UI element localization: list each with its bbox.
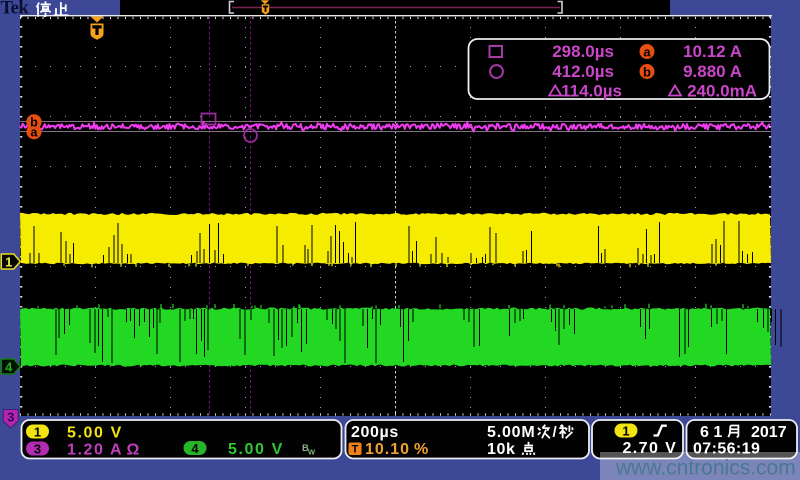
svg-text:Ω: Ω — [127, 442, 140, 459]
svg-text:9.880 A: 9.880 A — [683, 62, 742, 81]
svg-text:5.00 V: 5.00 V — [228, 441, 284, 458]
svg-text:114.0µs: 114.0µs — [561, 82, 622, 101]
svg-text:4: 4 — [191, 441, 199, 456]
svg-text:a: a — [31, 126, 39, 140]
svg-text:3: 3 — [7, 410, 14, 425]
svg-text:W: W — [308, 448, 316, 457]
svg-text:1: 1 — [5, 255, 12, 270]
svg-text:3: 3 — [34, 442, 41, 457]
svg-text:Tek: Tek — [1, 0, 30, 19]
svg-text:T: T — [352, 444, 359, 456]
svg-text:b: b — [643, 65, 651, 80]
svg-text:a: a — [643, 45, 651, 60]
svg-text:10.10: 10.10 — [365, 441, 410, 458]
svg-text:5.00M: 5.00M — [487, 424, 535, 441]
svg-text:412.0µs: 412.0µs — [552, 62, 614, 81]
svg-text:6 1: 6 1 — [700, 424, 722, 441]
svg-text:200µs: 200µs — [351, 424, 399, 441]
svg-text:1.20 A: 1.20 A — [67, 442, 123, 459]
svg-text:240.0mA: 240.0mA — [687, 82, 757, 101]
svg-text:10k: 10k — [487, 441, 516, 458]
svg-text:5.00 V: 5.00 V — [67, 425, 123, 442]
svg-text:4: 4 — [5, 360, 13, 375]
svg-text:1: 1 — [34, 425, 41, 440]
svg-text:www.cntronics.com: www.cntronics.com — [615, 457, 796, 480]
svg-text:%: % — [414, 441, 428, 458]
svg-text:2017: 2017 — [751, 424, 787, 441]
svg-text:1: 1 — [622, 424, 629, 439]
svg-text:10.12 A: 10.12 A — [683, 42, 742, 61]
svg-text:298.0µs: 298.0µs — [552, 42, 614, 61]
